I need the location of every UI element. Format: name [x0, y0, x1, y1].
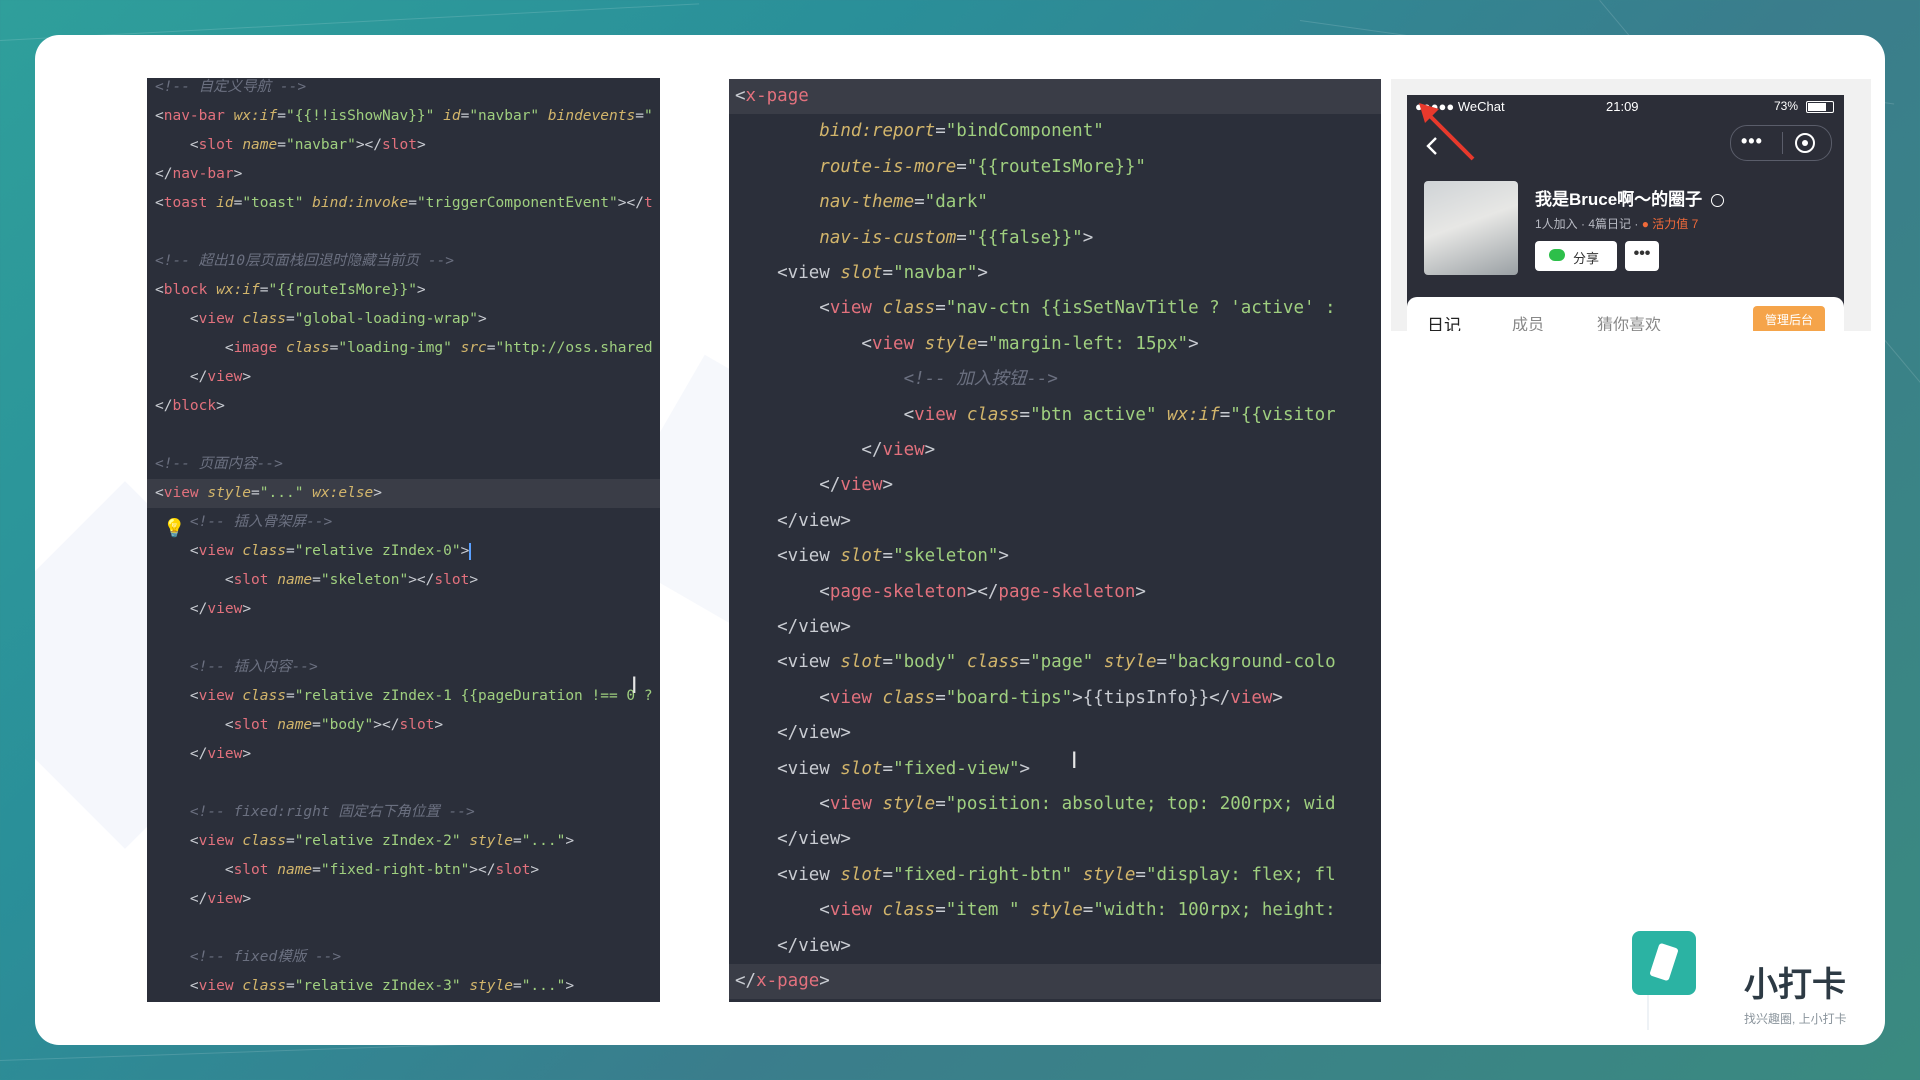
battery-icon: [1806, 101, 1834, 113]
code-line[interactable]: <slot name="skeleton"></slot>: [147, 566, 660, 595]
code-line[interactable]: <!-- 页面内容-->: [147, 450, 660, 479]
code-line[interactable]: </view>: [147, 363, 660, 392]
more-button[interactable]: •••: [1625, 241, 1659, 271]
tab-members[interactable]: 成员: [1512, 311, 1544, 331]
code-line[interactable]: </view>: [729, 929, 1381, 964]
share-button[interactable]: 分享: [1535, 241, 1617, 271]
code-line[interactable]: </view>: [729, 433, 1381, 468]
more-dots-icon[interactable]: •••: [1741, 131, 1763, 152]
code-line[interactable]: <!-- fixed模版 -->: [147, 943, 660, 972]
code-line[interactable]: <nav-bar wx:if="{{!!isShowNav}}" id="nav…: [147, 102, 660, 131]
code-line[interactable]: <page-skeleton></page-skeleton>: [729, 575, 1381, 610]
code-line[interactable]: </view>: [729, 822, 1381, 857]
code-line[interactable]: <view slot="fixed-right-btn" style="disp…: [729, 858, 1381, 893]
code-line[interactable]: <slot name="navbar"></slot>: [147, 131, 660, 160]
code-panel-left[interactable]: <!-- 自定义导航 --> <nav-bar wx:if="{{!!isShow…: [147, 78, 660, 1002]
code-line[interactable]: <view slot="navbar">: [729, 256, 1381, 291]
mouse-ibeam-icon: I: [1071, 749, 1078, 774]
capsule-menu: •••: [1730, 125, 1832, 161]
tab-bar: 日记 成员 猜你喜欢 管理后台: [1407, 297, 1844, 331]
code-line[interactable]: <view slot="body" class="page" style="ba…: [729, 645, 1381, 680]
code-line[interactable]: route-is-more="{{routeIsMore}}": [729, 150, 1381, 185]
info-circle-icon[interactable]: [1710, 194, 1724, 208]
code-line[interactable]: <slot name="fixed-right-btn"></slot>: [147, 856, 660, 885]
code-line[interactable]: </view>: [729, 610, 1381, 645]
code-line[interactable]: nav-theme="dark": [729, 185, 1381, 220]
phone-preview: ●●●●● WeChat 21:09 73% ••• 我是Bruce啊～的圈子 …: [1391, 79, 1871, 331]
code-line[interactable]: </view>: [147, 740, 660, 769]
admin-button[interactable]: 管理后台: [1753, 306, 1825, 331]
brand-slogan: 找兴趣圈, 上小打卡: [1744, 1012, 1847, 1026]
tab-recommend[interactable]: 猜你喜欢: [1597, 311, 1661, 331]
code-line[interactable]: </block>: [147, 392, 660, 421]
code-line[interactable]: </view>: [729, 468, 1381, 503]
code-line[interactable]: <block wx:if="{{routeIsMore}}">: [147, 276, 660, 305]
wechat-icon: [1549, 249, 1565, 261]
code-line[interactable]: <!-- 插入内容-->: [147, 653, 660, 682]
circle-meta: 1人加入 · 4篇日记 · ● 活力值 7: [1535, 217, 1699, 231]
code-line[interactable]: [147, 624, 660, 653]
code-line[interactable]: <view class="relative zIndex-0">: [147, 537, 660, 566]
code-line[interactable]: </view>: [147, 885, 660, 914]
code-line[interactable]: <!-- fixed:right 固定右下角位置 -->: [147, 798, 660, 827]
code-line[interactable]: <view class="btn active" wx:if="{{visito…: [729, 398, 1381, 433]
circle-cover-image: [1424, 181, 1518, 275]
code-line[interactable]: <x-page: [729, 79, 1381, 115]
lightbulb-icon[interactable]: 💡: [163, 520, 185, 538]
code-line[interactable]: [147, 914, 660, 943]
code-line[interactable]: <!-- 自定义导航 -->: [147, 78, 660, 102]
code-line[interactable]: </view>: [147, 595, 660, 624]
wechat-screen: ●●●●● WeChat 21:09 73% ••• 我是Bruce啊～的圈子 …: [1407, 95, 1844, 331]
flame-icon: ●: [1641, 217, 1649, 231]
code-line[interactable]: <view class="relative zIndex-3" style=".…: [147, 972, 660, 1001]
code-line[interactable]: <view slot="skeleton">: [729, 539, 1381, 574]
slide-card: <!-- 自定义导航 --> <nav-bar wx:if="{{!!isShow…: [35, 35, 1885, 1045]
code-line[interactable]: [147, 218, 660, 247]
code-line[interactable]: <view class="relative zIndex-1 {{pageDur…: [147, 682, 660, 711]
code-line[interactable]: <slot name="body"></slot>: [147, 711, 660, 740]
code-line[interactable]: </view>: [729, 716, 1381, 751]
code-line[interactable]: </view>: [729, 504, 1381, 539]
code-line[interactable]: <view style="margin-left: 15px">: [729, 327, 1381, 362]
code-line[interactable]: <view style="..." wx:else>: [147, 479, 660, 508]
code-line[interactable]: [147, 421, 660, 450]
code-line[interactable]: <view slot="fixed-view">: [729, 752, 1381, 787]
code-line[interactable]: <view class="relative zIndex-2" style=".…: [147, 827, 660, 856]
code-line[interactable]: [147, 769, 660, 798]
vitality-score: 活力值 7: [1652, 217, 1699, 231]
code-line[interactable]: <!-- 超出10层页面栈回退时隐藏当前页 -->: [147, 247, 660, 276]
mouse-ibeam-icon: I: [631, 674, 638, 699]
code-line[interactable]: nav-is-custom="{{false}}">: [729, 221, 1381, 256]
brand-name: 小打卡: [1744, 966, 1846, 1004]
code-line[interactable]: </x-page>: [729, 964, 1381, 1000]
circle-title: 我是Bruce啊～的圈子: [1535, 185, 1724, 210]
code-line[interactable]: <toast id="toast" bind:invoke="triggerCo…: [147, 189, 660, 218]
back-chevron-icon[interactable]: [1425, 135, 1439, 157]
text-cursor: [469, 542, 472, 560]
code-line[interactable]: <view class="item " style="width: 100rpx…: [729, 893, 1381, 928]
code-line[interactable]: <image class="loading-img" src="http://o…: [147, 334, 660, 363]
code-panel-middle[interactable]: <x-page bind:report="bindComponent" rout…: [729, 79, 1381, 1002]
code-line[interactable]: </nav-bar>: [147, 160, 660, 189]
close-miniprogram-icon[interactable]: [1795, 133, 1815, 153]
code-line[interactable]: <view style="position: absolute; top: 20…: [729, 787, 1381, 822]
code-line[interactable]: <view class="global-loading-wrap">: [147, 305, 660, 334]
tab-diary[interactable]: 日记: [1427, 311, 1461, 331]
code-line[interactable]: bind:report="bindComponent": [729, 114, 1381, 149]
code-line[interactable]: <view class="board-tips">{{tipsInfo}}</v…: [729, 681, 1381, 716]
code-line[interactable]: <!-- 插入骨架屏-->: [147, 508, 660, 537]
app-logo-icon: [1632, 931, 1696, 995]
code-line[interactable]: <view class="nav-ctn {{isSetNavTitle ? '…: [729, 291, 1381, 326]
clock: 21:09: [1606, 99, 1639, 114]
battery-percent: 73%: [1773, 99, 1798, 113]
code-line[interactable]: <!-- 加入按钮-->: [729, 362, 1381, 397]
